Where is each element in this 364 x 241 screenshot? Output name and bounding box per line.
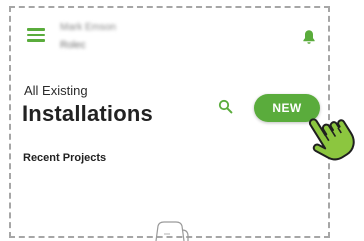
search-icon[interactable] (218, 99, 233, 114)
page-title: Installations (22, 101, 153, 126)
hand-pointer-icon (308, 118, 355, 161)
menu-icon[interactable] (27, 28, 45, 42)
user-company: Rolec (60, 40, 86, 51)
user-info: Mark Emson Rolec (60, 22, 116, 52)
bell-icon[interactable] (302, 29, 316, 45)
empty-state-illustration (155, 221, 189, 241)
user-name: Mark Emson (60, 22, 117, 33)
recent-projects-heading: Recent Projects (23, 152, 107, 164)
page-subtitle: All Existing (24, 83, 88, 98)
